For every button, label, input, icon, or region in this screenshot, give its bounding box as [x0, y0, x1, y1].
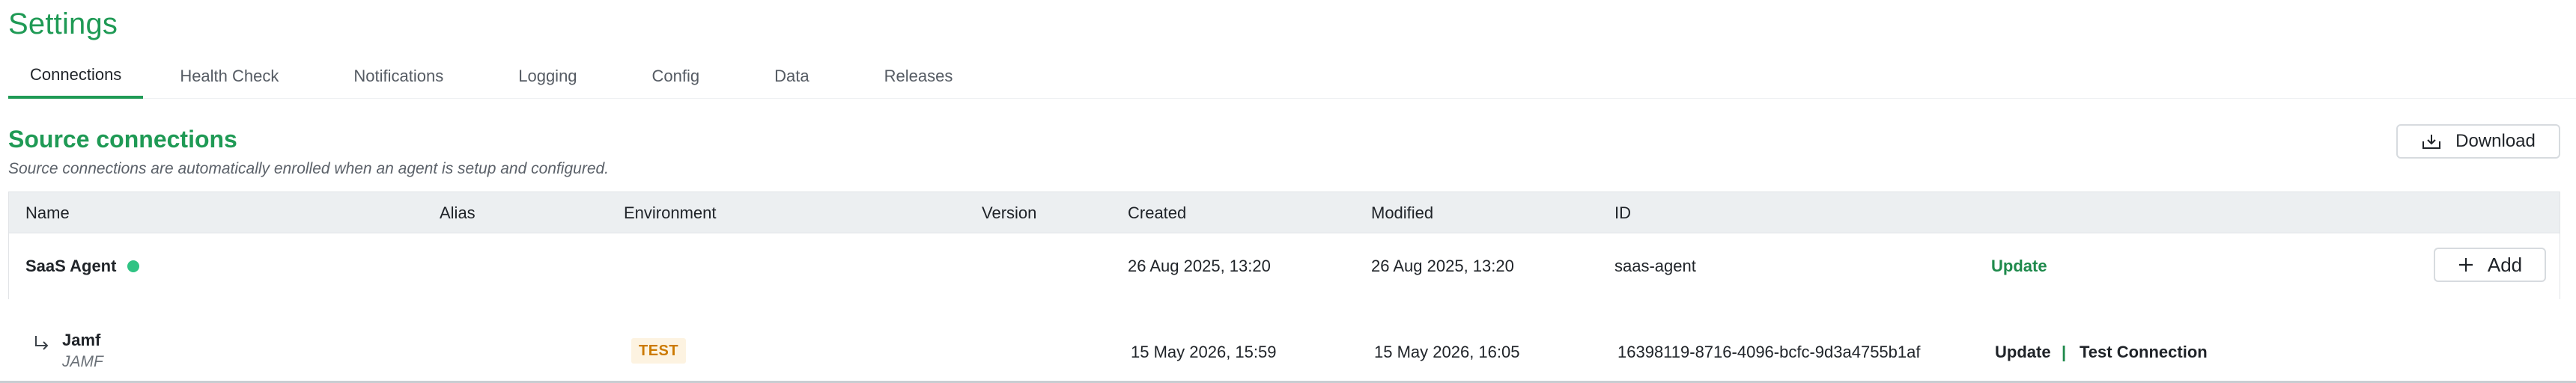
download-label: Download: [2455, 131, 2536, 151]
row-modified: 26 Aug 2025, 13:20: [1371, 257, 1514, 275]
child-modified: 15 May 2026, 16:05: [1374, 343, 1520, 361]
child-connection-type: JAMF: [62, 353, 103, 370]
tab-config[interactable]: Config: [631, 54, 722, 99]
corner-down-right-icon: [31, 334, 51, 357]
child-id: 16398119-8716-4096-bcfc-9d3a4755b1af: [1617, 343, 1921, 361]
tab-releases[interactable]: Releases: [863, 54, 975, 99]
column-header-environment[interactable]: Environment: [624, 192, 717, 234]
plus-icon: [2458, 257, 2474, 273]
column-header-name[interactable]: Name: [25, 192, 70, 234]
action-separator: |: [2062, 343, 2067, 361]
settings-tabs: Connections Health Check Notifications L…: [8, 54, 2576, 99]
tab-logging[interactable]: Logging: [496, 54, 598, 99]
column-header-alias[interactable]: Alias: [440, 192, 476, 234]
child-connection-name: Jamf: [62, 331, 101, 349]
update-link[interactable]: Update: [1991, 233, 2047, 299]
row-id: saas-agent: [1614, 257, 1696, 275]
tab-data[interactable]: Data: [753, 54, 830, 99]
column-header-created[interactable]: Created: [1128, 192, 1186, 234]
table-row: SaaS Agent 26 Aug 2025, 13:20 26 Aug 202…: [8, 233, 2560, 299]
column-header-version[interactable]: Version: [982, 192, 1036, 234]
child-table-row: Jamf JAMF TEST 15 May 2026, 15:59 15 May…: [8, 323, 2560, 383]
download-tray-icon: [2421, 132, 2442, 150]
connections-table: Name Alias Environment Version Created M…: [8, 192, 2560, 299]
connection-name: SaaS Agent: [25, 257, 117, 275]
environment-badge: TEST: [631, 338, 687, 364]
tab-health-check[interactable]: Health Check: [158, 54, 300, 99]
section-title: Source connections: [8, 126, 237, 153]
add-button[interactable]: Add: [2434, 248, 2546, 282]
status-dot-icon: [127, 260, 140, 272]
child-created: 15 May 2026, 15:59: [1131, 343, 1277, 361]
download-button[interactable]: Download: [2396, 124, 2560, 159]
add-label: Add: [2487, 253, 2523, 276]
child-update-link[interactable]: Update: [1995, 343, 2051, 362]
column-header-id[interactable]: ID: [1614, 192, 1631, 234]
tab-connections[interactable]: Connections: [8, 54, 144, 99]
tab-notifications[interactable]: Notifications: [332, 54, 465, 99]
page-title: Settings: [8, 7, 118, 40]
table-header: Name Alias Environment Version Created M…: [8, 192, 2560, 233]
settings-page: Settings Connections Health Check Notifi…: [0, 0, 2576, 383]
row-name-cell: SaaS Agent: [25, 233, 140, 299]
test-connection-link[interactable]: Test Connection: [2080, 343, 2208, 362]
row-created: 26 Aug 2025, 13:20: [1128, 257, 1271, 275]
column-header-modified[interactable]: Modified: [1371, 192, 1433, 234]
section-subtitle: Source connections are automatically enr…: [8, 160, 610, 177]
